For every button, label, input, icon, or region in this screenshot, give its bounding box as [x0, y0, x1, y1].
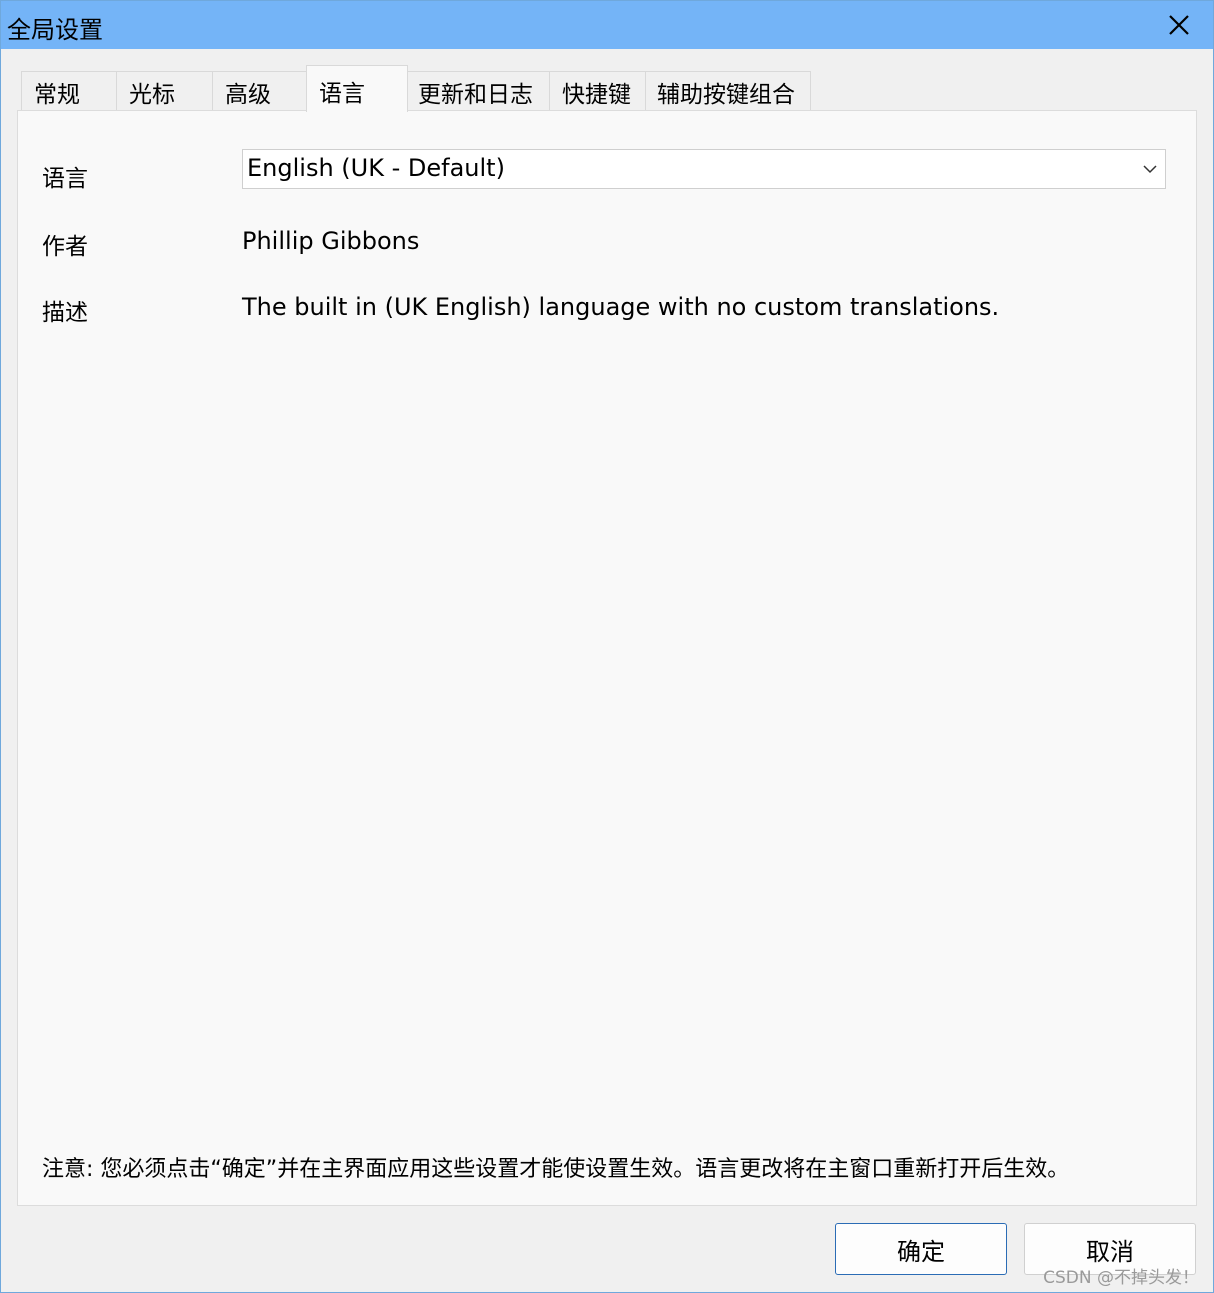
language-selected-value: English (UK - Default)	[247, 154, 505, 182]
tab-label: 辅助按键组合	[657, 81, 795, 108]
tab-cursor[interactable]: 光标	[116, 71, 213, 111]
tab-shortcuts[interactable]: 快捷键	[549, 71, 646, 111]
description-label: 描述	[42, 300, 88, 326]
close-button[interactable]	[1145, 1, 1213, 49]
tab-general[interactable]: 常规	[21, 71, 117, 111]
ok-button[interactable]: 确定	[835, 1223, 1007, 1275]
settings-dialog: 全局设置 常规 光标 高级 语言 更新和日志 快捷键 辅助按键组合 语言 Eng…	[0, 0, 1214, 1293]
author-value: Phillip Gibbons	[242, 227, 420, 255]
tab-label: 快捷键	[562, 81, 631, 108]
author-label: 作者	[42, 234, 88, 260]
restart-note: 注意: 您必须点击“确定”并在主界面应用这些设置才能使设置生效。语言更改将在主窗…	[42, 1157, 1070, 1182]
tab-label: 高级	[225, 81, 271, 108]
language-dropdown[interactable]: English (UK - Default)	[242, 149, 1166, 189]
tab-updates-and-logs[interactable]: 更新和日志	[407, 71, 550, 111]
tab-advanced[interactable]: 高级	[212, 71, 307, 111]
tab-label: 光标	[129, 81, 175, 108]
title-bar: 全局设置	[1, 1, 1213, 49]
watermark: CSDN @不掉头发！	[1043, 1268, 1199, 1288]
tab-language[interactable]: 语言	[306, 65, 408, 112]
window-title: 全局设置	[7, 16, 103, 44]
cancel-button-label: 取消	[1086, 1237, 1134, 1266]
tab-label: 更新和日志	[418, 81, 533, 108]
tab-label: 语言	[319, 81, 365, 107]
ok-button-label: 确定	[897, 1237, 945, 1266]
language-label: 语言	[42, 166, 88, 192]
tab-assist-key-combos[interactable]: 辅助按键组合	[645, 71, 811, 111]
chevron-down-icon	[1143, 165, 1157, 174]
tab-label: 常规	[34, 81, 80, 108]
description-value: The built in (UK English) language with …	[242, 293, 1000, 321]
close-icon	[1169, 15, 1189, 35]
language-settings-panel: 语言 English (UK - Default) 作者 Phillip Gib…	[17, 110, 1197, 1206]
